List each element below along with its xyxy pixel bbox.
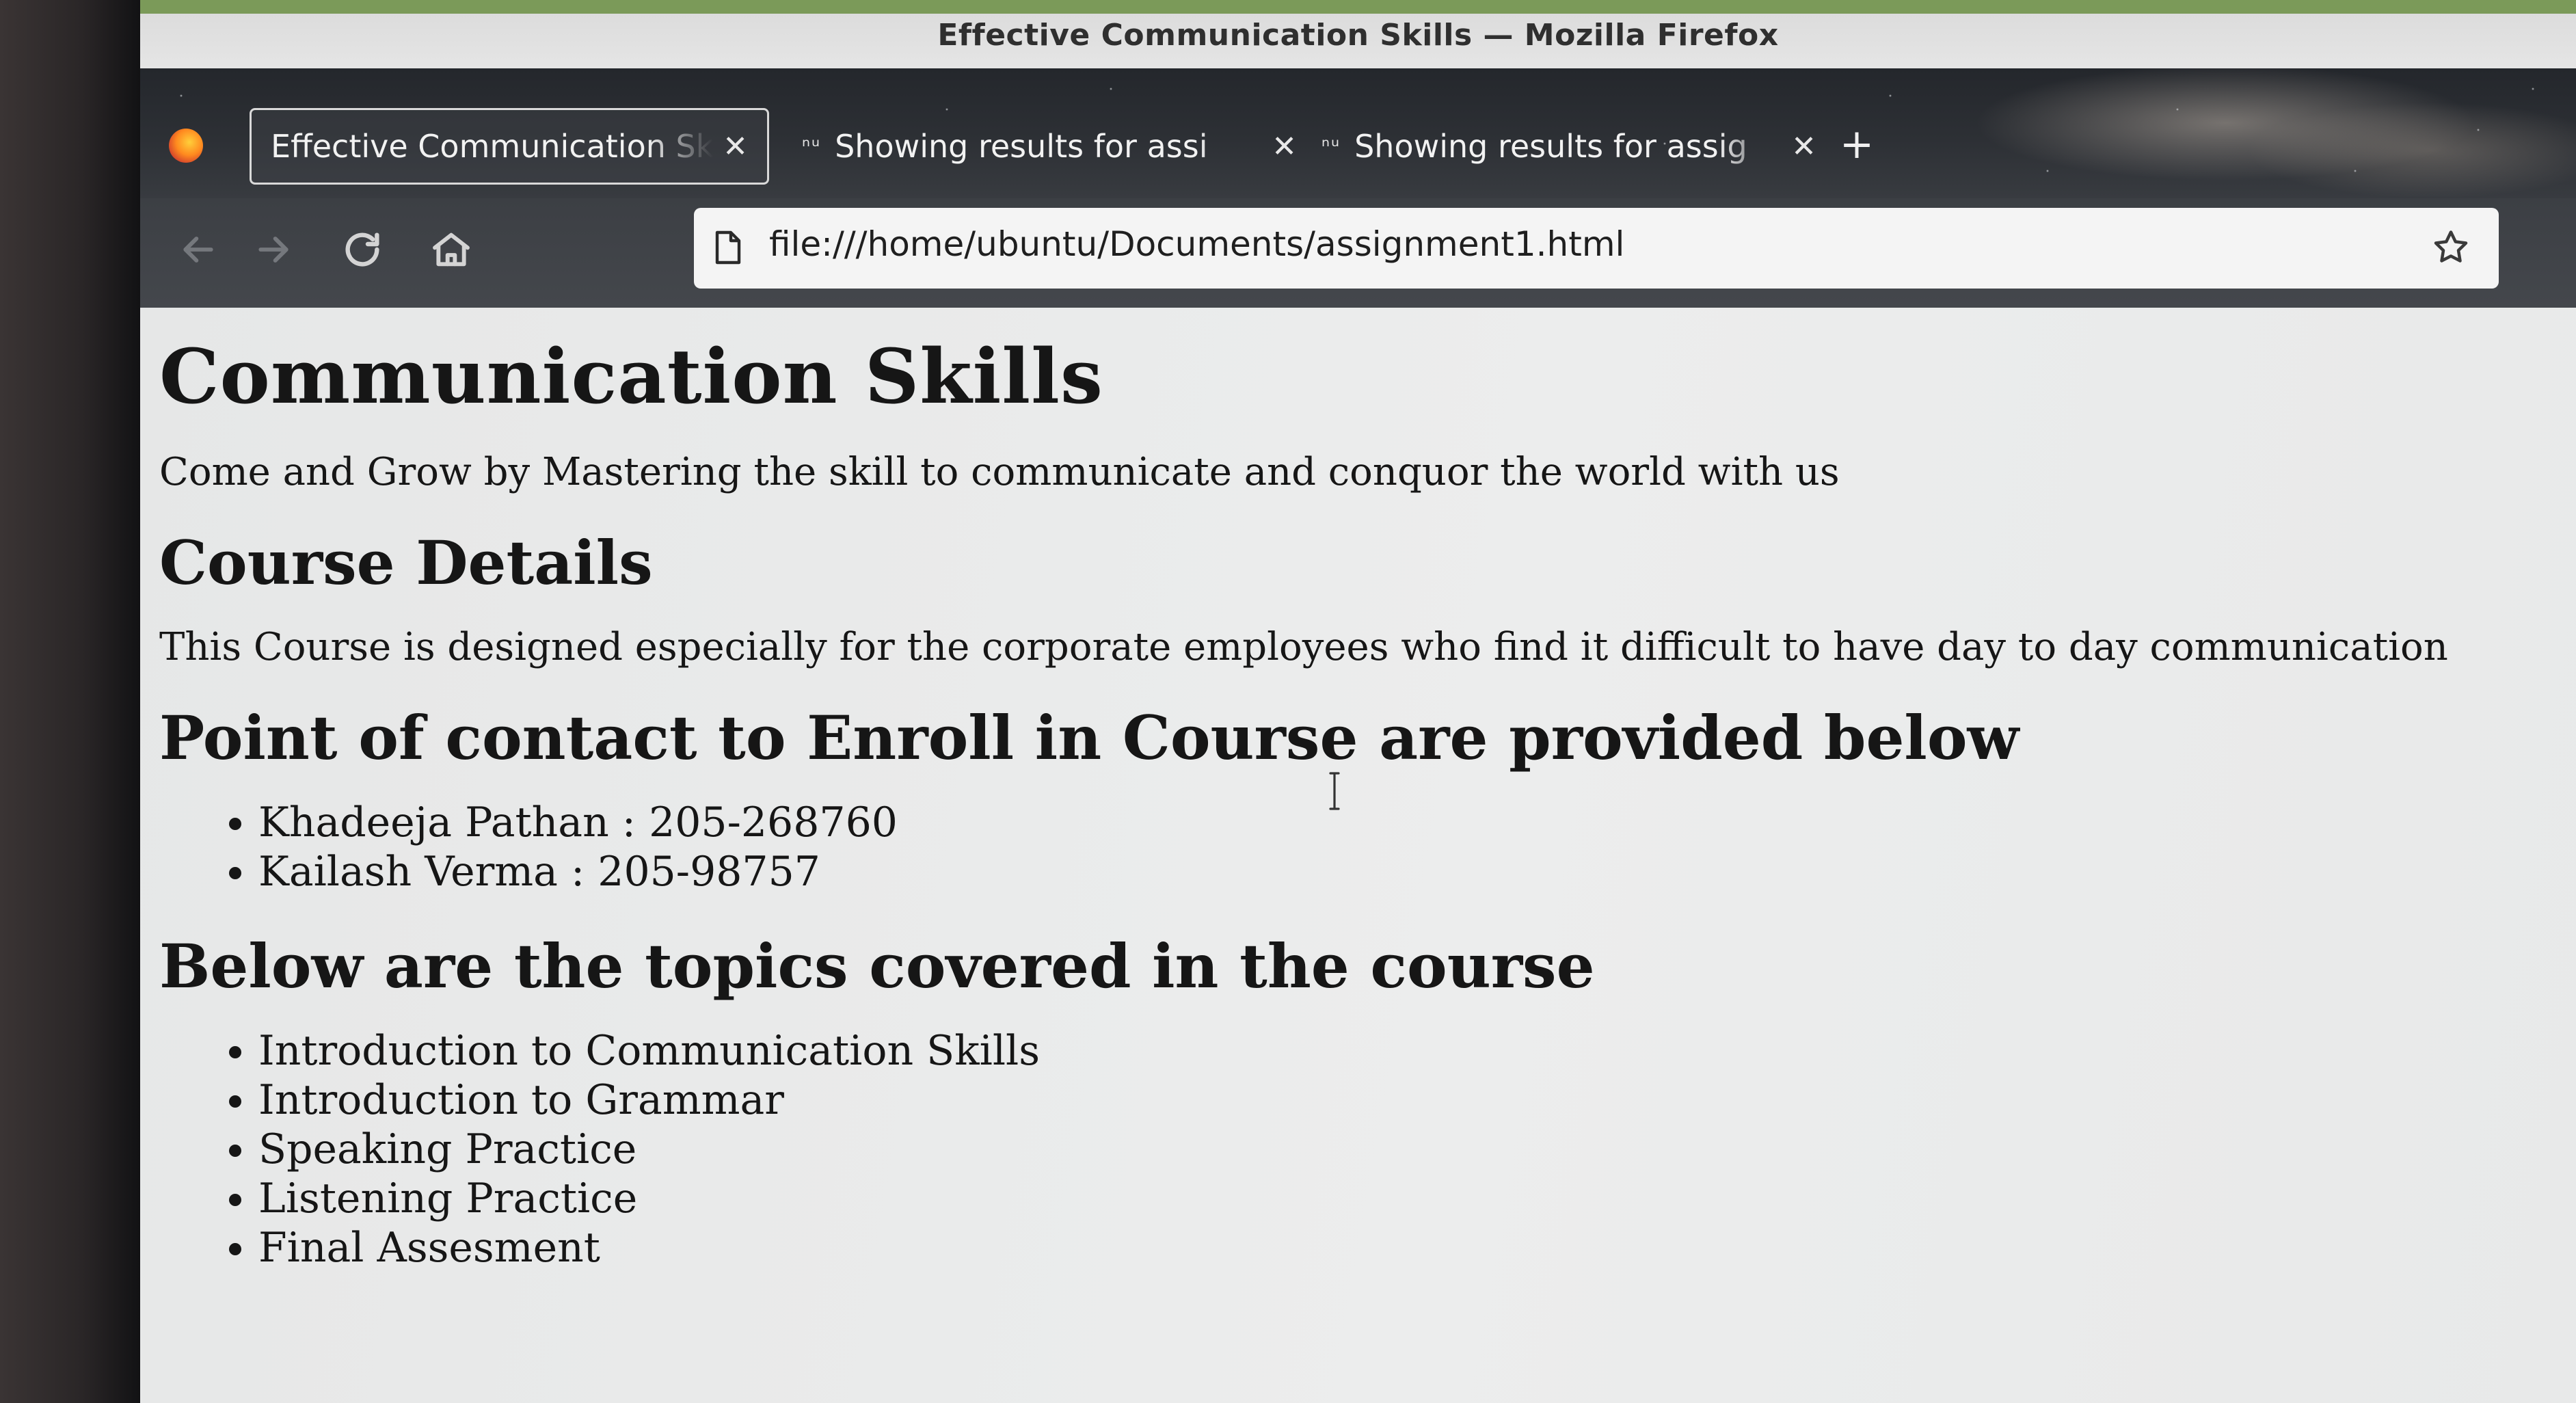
home-button[interactable] xyxy=(420,219,482,280)
navigation-toolbar: file:///home/ubuntu/Documents/assignment… xyxy=(140,198,2576,308)
site-favicon-icon: ⁿᵘ xyxy=(1321,134,1341,159)
bookmark-star-icon[interactable] xyxy=(2430,227,2471,268)
contact-list: Khadeeja Pathan : 205-268760 Kailash Ver… xyxy=(159,798,2484,896)
firefox-window: Effective Communication Skills — Mozilla… xyxy=(140,0,2576,1403)
page-body: Communication Skills Come and Grow by Ma… xyxy=(159,332,2484,1307)
tagline: Come and Grow by Mastering the skill to … xyxy=(159,450,1840,494)
list-item: Introduction to Communication Skills xyxy=(258,1026,2484,1075)
close-tab-icon[interactable]: ✕ xyxy=(723,129,748,164)
firefox-logo-icon[interactable] xyxy=(169,129,203,163)
reload-button[interactable] xyxy=(332,219,393,280)
course-details-text: This Course is designed especially for t… xyxy=(159,625,2448,669)
page-title: Communication Skills xyxy=(159,332,1103,420)
photo-frame: Effective Communication Skills — Mozilla… xyxy=(0,0,2576,1403)
back-button[interactable] xyxy=(167,219,229,280)
list-item: Final Assesment xyxy=(258,1223,2484,1272)
list-item: Kailash Verma : 205-98757 xyxy=(258,847,2484,896)
tab-effective-communication[interactable]: Effective Communication Sk ✕ xyxy=(250,108,769,185)
window-title: Effective Communication Skills — Mozilla… xyxy=(937,18,1779,53)
window-titlebar: Effective Communication Skills — Mozilla… xyxy=(140,0,2576,68)
site-favicon-icon: ⁿᵘ xyxy=(802,134,822,159)
reload-icon xyxy=(345,232,379,267)
address-bar[interactable]: file:///home/ubuntu/Documents/assignment… xyxy=(694,208,2499,289)
page-content: Communication Skills Come and Grow by Ma… xyxy=(140,308,2576,1403)
close-tab-icon[interactable]: ✕ xyxy=(1272,129,1297,164)
course-details-heading: Course Details xyxy=(159,527,653,598)
topics-list: Introduction to Communication Skills Int… xyxy=(159,1026,2484,1272)
home-icon xyxy=(433,232,470,267)
forward-button[interactable] xyxy=(243,219,304,280)
arrow-right-icon xyxy=(258,237,289,263)
close-tab-icon[interactable]: ✕ xyxy=(1791,129,1816,164)
list-item: Listening Practice xyxy=(258,1174,2484,1223)
tab-search-results-2[interactable]: ⁿᵘ Showing results for assig ✕ xyxy=(1302,108,1836,185)
new-tab-button[interactable]: + xyxy=(1833,107,1881,182)
list-item: Speaking Practice xyxy=(258,1125,2484,1174)
tab-label: Showing results for assig xyxy=(1354,128,1747,165)
tab-label: Showing results for assi xyxy=(835,128,1208,165)
text-cursor-icon xyxy=(1329,772,1340,810)
topics-heading: Below are the topics covered in the cour… xyxy=(159,931,1595,1002)
tab-strip: Effective Communication Sk ✕ ⁿᵘ Showing … xyxy=(140,68,2576,198)
list-item: Khadeeja Pathan : 205-268760 xyxy=(258,798,2484,847)
page-icon xyxy=(715,230,741,265)
arrow-left-icon xyxy=(183,237,213,263)
url-text[interactable]: file:///home/ubuntu/Documents/assignment… xyxy=(769,224,1624,264)
tab-search-results-1[interactable]: ⁿᵘ Showing results for assi ✕ xyxy=(783,108,1316,185)
contact-heading: Point of contact to Enroll in Course are… xyxy=(159,702,2020,773)
tab-label: Effective Communication Sk xyxy=(271,128,714,165)
list-item: Introduction to Grammar xyxy=(258,1075,2484,1125)
